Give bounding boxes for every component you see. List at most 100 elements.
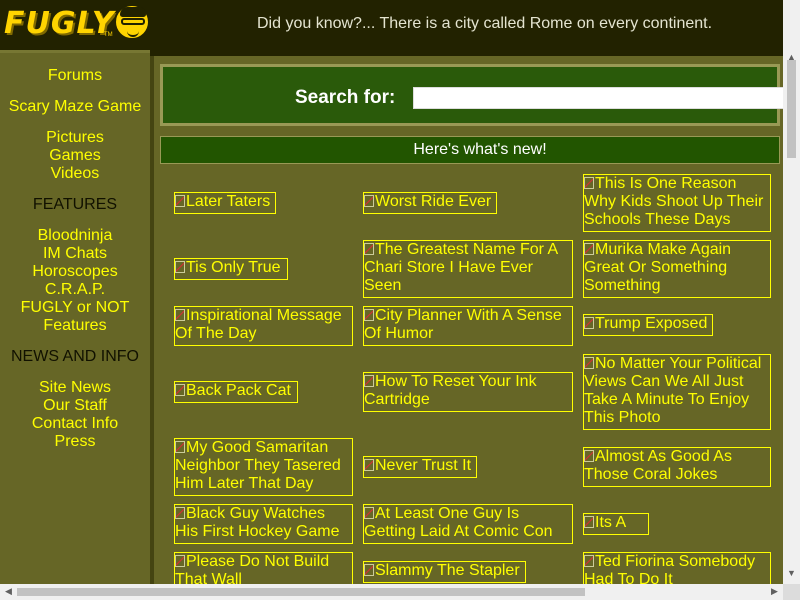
- new-item-link[interactable]: Murika Make Again Great Or Something Som…: [583, 240, 771, 298]
- broken-image-icon: [364, 459, 374, 471]
- new-item-title: Black Guy Watches His First Hockey Game: [175, 505, 340, 540]
- sidebar-link[interactable]: Scary Maze Game: [0, 98, 150, 116]
- sidebar-group: FEATURES: [0, 196, 150, 214]
- sidebar-group: Bloodninja IM Chats Horoscopes C.R.A.P. FUGL…: [0, 227, 150, 335]
- site-header: FUGLY TM Did you know?... There is a cit…: [0, 0, 783, 50]
- sidebar-link[interactable]: Horoscopes: [0, 263, 150, 281]
- sidebar-group: Pictures Games Videos: [0, 129, 150, 183]
- new-item-title: Slammy The Stapler: [375, 562, 520, 579]
- new-item-link[interactable]: Slammy The Stapler: [363, 561, 526, 583]
- new-item-link[interactable]: How To Reset Your Ink Cartridge: [363, 372, 573, 412]
- broken-image-icon: [584, 516, 594, 528]
- scroll-right-arrow-icon[interactable]: ▶: [766, 586, 783, 597]
- logo-text: FUGLY: [4, 6, 115, 41]
- new-item-link[interactable]: Inspirational Message Of The Day: [174, 306, 353, 346]
- new-item-title: Almost As Good As Those Coral Jokes: [584, 448, 732, 483]
- horizontal-scroll-thumb[interactable]: [17, 588, 585, 596]
- new-item-title: This Is One Reason Why Kids Shoot Up The…: [584, 175, 764, 228]
- new-item-link[interactable]: Black Guy Watches His First Hockey Game: [174, 504, 353, 544]
- sidebar-heading: FEATURES: [32, 196, 118, 213]
- sidebar-group: Scary Maze Game: [0, 98, 150, 116]
- broken-image-icon: [584, 317, 594, 329]
- scrollbar-corner: [783, 584, 800, 600]
- broken-image-icon: [175, 384, 185, 396]
- scroll-down-arrow-icon[interactable]: ▼: [783, 568, 800, 578]
- sidebar-link[interactable]: Forums: [0, 67, 150, 85]
- new-item-link[interactable]: City Planner With A Sense Of Humor: [363, 306, 573, 346]
- sidebar-link[interactable]: Our Staff: [0, 397, 150, 415]
- new-items-grid: Later Taters Worst Ride Ever This Is One R…: [154, 56, 783, 584]
- sidebar-heading: NEWS AND INFO: [10, 348, 139, 365]
- sidebar-link[interactable]: Features: [0, 317, 150, 335]
- broken-image-icon: [175, 261, 185, 273]
- main-content: Search for: Here's what's new! Later Tat…: [150, 50, 783, 584]
- new-item-title: How To Reset Your Ink Cartridge: [364, 373, 537, 408]
- new-item-link[interactable]: Later Taters: [174, 192, 276, 214]
- scroll-left-arrow-icon[interactable]: ◀: [0, 586, 17, 597]
- broken-image-icon: [584, 177, 594, 189]
- broken-image-icon: [364, 309, 374, 321]
- new-item-link[interactable]: Never Trust It: [363, 456, 477, 478]
- new-item-title: At Least One Guy Is Getting Laid At Comi…: [364, 505, 553, 540]
- sidebar-nav: Forums Scary Maze Game Pictures Games Videos…: [0, 50, 150, 584]
- new-item-title: Never Trust It: [375, 457, 472, 474]
- new-item-link[interactable]: Worst Ride Ever: [363, 192, 497, 214]
- new-item-title: City Planner With A Sense Of Humor: [364, 307, 562, 342]
- vertical-scroll-thumb[interactable]: [787, 60, 796, 158]
- new-item-title: Worst Ride Ever: [375, 193, 492, 210]
- sidebar-link[interactable]: C.R.A.P.: [0, 281, 150, 299]
- broken-image-icon: [584, 450, 594, 462]
- broken-image-icon: [364, 375, 374, 387]
- fugly-logo[interactable]: FUGLY TM: [4, 2, 152, 48]
- new-item-link[interactable]: Tis Only True: [174, 258, 288, 280]
- new-item-title: Trump Exposed: [595, 315, 708, 332]
- new-item-link[interactable]: The Greatest Name For A Chari Store I Ha…: [363, 240, 573, 298]
- broken-image-icon: [364, 507, 374, 519]
- sidebar-link[interactable]: Bloodninja: [0, 227, 150, 245]
- new-item-link[interactable]: Its A Meee: [583, 513, 649, 535]
- sidebar-link[interactable]: Videos: [0, 165, 150, 183]
- mascot-face-icon: [114, 4, 150, 40]
- new-item-title: My Good Samaritan Neighbor They Tasered …: [175, 439, 341, 492]
- sidebar-link[interactable]: Pictures: [0, 129, 150, 147]
- new-item-link[interactable]: Ted Fiorina Somebody Had To Do It: [583, 552, 771, 584]
- broken-image-icon: [175, 195, 185, 207]
- sidebar-link[interactable]: Games: [0, 147, 150, 165]
- new-item-title: Later Taters: [186, 193, 271, 210]
- horizontal-scrollbar[interactable]: ◀ ▶: [0, 584, 783, 600]
- broken-image-icon: [175, 507, 185, 519]
- new-item-link[interactable]: This Is One Reason Why Kids Shoot Up The…: [583, 174, 771, 232]
- scrollbar-top-track: [783, 0, 800, 50]
- sidebar-link[interactable]: Press: [0, 433, 150, 451]
- broken-image-icon: [584, 357, 594, 369]
- sidebar-group: Forums: [0, 67, 150, 85]
- broken-image-icon: [584, 243, 594, 255]
- sidebar-link[interactable]: IM Chats: [0, 245, 150, 263]
- new-item-link[interactable]: My Good Samaritan Neighbor They Tasered …: [174, 438, 353, 496]
- sidebar-link[interactable]: FUGLY or NOT: [0, 299, 150, 317]
- broken-image-icon: [364, 564, 374, 576]
- sidebar-link[interactable]: Site News: [0, 379, 150, 397]
- broken-image-icon: [175, 555, 185, 567]
- sidebar-group: NEWS AND INFO: [0, 348, 150, 366]
- new-item-link[interactable]: No Matter Your Political Views Can We Al…: [583, 354, 771, 430]
- new-item-link[interactable]: Please Do Not Build That Wall: [174, 552, 353, 584]
- new-item-title: Back Pack Cat: [186, 382, 291, 399]
- broken-image-icon: [175, 441, 185, 453]
- new-item-title: Ted Fiorina Somebody Had To Do It: [584, 553, 756, 584]
- logo-trademark: TM: [104, 32, 113, 38]
- did-you-know-tagline: Did you know?... There is a city called …: [257, 15, 713, 32]
- broken-image-icon: [584, 555, 594, 567]
- new-item-title: Inspirational Message Of The Day: [175, 307, 342, 342]
- new-item-link[interactable]: Back Pack Cat: [174, 381, 298, 403]
- sidebar-link[interactable]: Contact Info: [0, 415, 150, 433]
- new-item-link[interactable]: Almost As Good As Those Coral Jokes: [583, 447, 771, 487]
- new-item-title: Murika Make Again Great Or Something Som…: [584, 241, 732, 294]
- new-item-link[interactable]: Trump Exposed: [583, 314, 713, 336]
- new-item-title: The Greatest Name For A Chari Store I Ha…: [364, 241, 558, 294]
- broken-image-icon: [175, 309, 185, 321]
- new-item-title: Tis Only True: [186, 259, 281, 276]
- vertical-scrollbar[interactable]: ▲ ▼: [783, 0, 800, 584]
- broken-image-icon: [364, 243, 374, 255]
- new-item-link[interactable]: At Least One Guy Is Getting Laid At Comi…: [363, 504, 573, 544]
